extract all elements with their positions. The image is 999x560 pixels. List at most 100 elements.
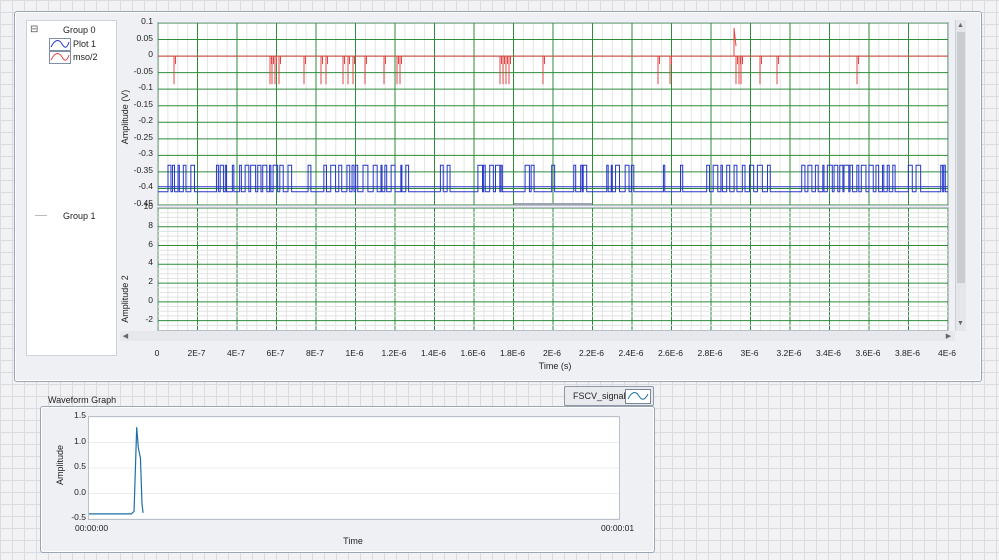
x-tick-label: 1.4E-6 — [420, 348, 447, 358]
plot1-line-icon — [50, 40, 70, 48]
y-tick-label-1: -0.3 — [138, 148, 153, 159]
y-tick-label-1: -0.25 — [133, 131, 153, 142]
x-tick-label: 2.8E-6 — [697, 348, 723, 358]
y-tick-label-1: -0.35 — [133, 164, 153, 175]
x-tick-label: 3.6E-6 — [855, 348, 881, 358]
mso-spike — [352, 56, 355, 85]
waveform-y-tick-label: -0.5 — [71, 512, 86, 522]
mso-spike — [856, 56, 859, 85]
y-tick-label-2: 2 — [148, 276, 153, 287]
mso-spike — [396, 56, 399, 85]
y-tick-label-2: 10 — [143, 201, 153, 211]
scroll-left-icon[interactable]: ◀ — [121, 332, 130, 341]
mso-spike — [740, 56, 743, 85]
y-tick-label-2: 4 — [148, 257, 153, 268]
mso-spike — [542, 56, 545, 85]
legend-mso-label: mso/2 — [73, 52, 98, 62]
mso-spike — [325, 56, 328, 85]
waveform-x-tick-end: 00:00:01 — [601, 523, 635, 533]
plot1-canvas — [157, 22, 949, 206]
x-tick-label: 1.8E-6 — [499, 348, 526, 358]
x-tick-label: 1.6E-6 — [460, 348, 486, 358]
mso-spike — [505, 56, 508, 85]
waveform-x-label: Time — [343, 536, 363, 546]
mso-spike — [278, 56, 281, 85]
mso-spike — [735, 56, 738, 85]
x-tick-label: 3.8E-6 — [894, 348, 921, 358]
x-tick-label: 3.4E-6 — [815, 348, 842, 358]
x-tick-label: 3E-6 — [740, 348, 759, 358]
y-tick-label-1: 0.05 — [136, 32, 153, 43]
waveform-graph-title: Waveform Graph — [48, 395, 117, 405]
waveform-y-tick-label: 0.0 — [74, 486, 86, 497]
fscv-line-icon — [627, 392, 649, 400]
mso-swatch[interactable] — [49, 51, 71, 64]
x-axis-label: Time (s) — [538, 361, 572, 371]
fscv-legend-label: FSCV_signal — [573, 391, 626, 401]
fscv-swatch — [625, 389, 651, 404]
mso-spike — [173, 56, 176, 85]
waveform-y-tick-label: 1.0 — [74, 435, 86, 446]
mso-spike — [776, 56, 779, 85]
plot-legend: ⊟ Group 0 Plot 1 mso/2 Group 1 — [26, 20, 117, 356]
mso-line-icon — [50, 53, 70, 61]
plot1-swatch[interactable] — [49, 38, 71, 51]
x-tick-label: 4E-7 — [227, 348, 245, 358]
waveform-y-label: Amplitude — [55, 444, 65, 486]
x-tick-label: 3.2E-6 — [776, 348, 802, 358]
mso-spike — [499, 56, 502, 85]
plot2-canvas — [157, 207, 949, 330]
group1-line-icon — [35, 215, 47, 216]
x-tick-label: 1.2E-6 — [381, 348, 407, 358]
y-tick-label-1: -0.05 — [133, 65, 153, 76]
y-tick-label-1: -0.2 — [138, 115, 153, 126]
horizontal-scrollbar[interactable]: ◀ ▶ — [120, 331, 955, 341]
waveform-plot-area[interactable] — [88, 416, 620, 520]
x-tick-label: 6E-7 — [266, 348, 285, 358]
mso-spike — [320, 56, 323, 85]
mso-spike — [303, 56, 306, 85]
vertical-scroll-thumb[interactable] — [957, 32, 965, 283]
x-tick-label: 2.4E-6 — [618, 348, 644, 358]
mso-spike — [657, 56, 660, 85]
waveform-y-tick-label: 0.5 — [74, 461, 86, 471]
group0-collapse-icon[interactable]: ⊟ — [30, 24, 38, 35]
x-tick-label: 2.6E-6 — [657, 348, 684, 358]
cursor-bar[interactable] — [514, 203, 592, 205]
x-tick-label: 2.2E-6 — [578, 348, 605, 358]
x-tick-label: 4E-6 — [938, 348, 956, 358]
y-axis-label-1: Amplitude (V) — [120, 89, 130, 145]
mso-spike — [271, 56, 274, 85]
vertical-scrollbar[interactable]: ▲ ▼ — [955, 20, 966, 331]
y-tick-label-1: -0.4 — [138, 181, 153, 192]
y-tick-label-1: -0.1 — [138, 82, 153, 93]
x-tick-label: 2E-7 — [187, 348, 206, 358]
scroll-right-icon[interactable]: ▶ — [944, 332, 953, 341]
x-tick-label: 0 — [154, 348, 160, 358]
y-tick-label-2: 0 — [148, 294, 153, 305]
y-tick-label-1: 0 — [148, 49, 153, 60]
legend-plot1-label: Plot 1 — [73, 39, 97, 49]
y-axis-label-2: Amplitude 2 — [120, 275, 130, 323]
legend-group0-label: Group 0 — [63, 25, 96, 35]
y-tick-label-1: -0.15 — [133, 98, 153, 109]
plot-area-1[interactable] — [157, 22, 949, 206]
waveform-x-tick-start: 00:00:00 — [75, 523, 109, 533]
waveform-y-tick-label: 1.5 — [74, 410, 86, 420]
y-tick-label-1: 0.1 — [141, 16, 153, 26]
plot-area-2[interactable] — [157, 207, 949, 331]
fscv-series — [89, 427, 144, 515]
fscv-legend[interactable]: FSCV_signal — [564, 386, 654, 406]
mso-spike — [508, 56, 511, 85]
mso-spike — [347, 56, 350, 85]
x-tick-label: 8E-7 — [306, 348, 324, 358]
scroll-down-icon[interactable]: ▼ — [956, 319, 965, 328]
mso-spike — [342, 56, 345, 85]
scroll-up-icon[interactable]: ▲ — [956, 21, 965, 30]
x-tick-label: 1E-6 — [345, 348, 364, 358]
x-tick-label: 2E-6 — [543, 348, 561, 358]
y-tick-label-2: 6 — [148, 238, 153, 249]
waveform-canvas — [89, 416, 619, 520]
mso-spike — [399, 56, 402, 85]
legend-group1-label: Group 1 — [63, 211, 96, 221]
